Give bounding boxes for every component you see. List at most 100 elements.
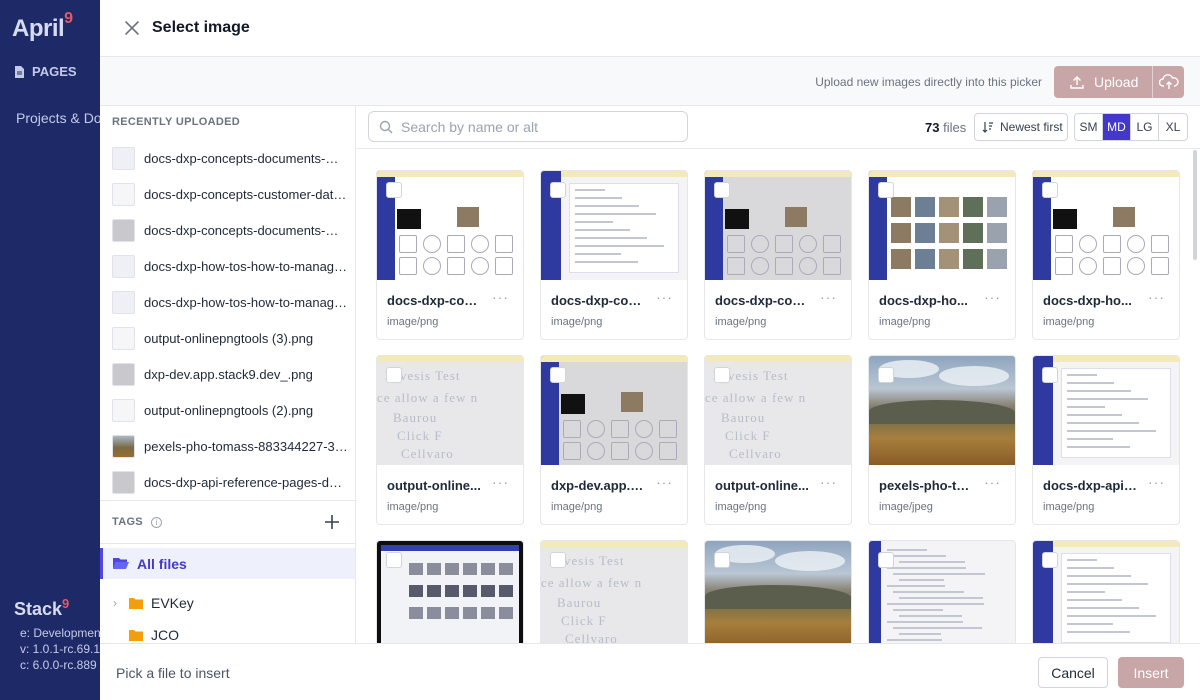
ghost-text: Click F xyxy=(397,428,443,443)
select-checkbox[interactable] xyxy=(878,552,894,568)
select-checkbox[interactable] xyxy=(878,182,894,198)
env-line: c: 6.0.0-rc.889 xyxy=(20,658,97,672)
image-card[interactable]: pexels-pho-to... ··· image/jpeg xyxy=(868,355,1016,525)
recent-item-name: output-onlinepngtools (2).png xyxy=(144,402,314,418)
size-option-lg[interactable]: LG xyxy=(1131,114,1159,140)
recent-item[interactable]: docs-dxp-concepts-customer-data-... xyxy=(112,176,348,212)
card-filetype: image/png xyxy=(1043,316,1095,328)
more-options-icon[interactable]: ··· xyxy=(656,474,673,490)
image-card[interactable]: docs-dxp-con... ··· image/png xyxy=(540,170,688,340)
insert-button[interactable]: Insert xyxy=(1118,657,1184,688)
select-checkbox[interactable] xyxy=(878,367,894,383)
size-option-md[interactable]: MD xyxy=(1103,114,1131,140)
image-card[interactable] xyxy=(868,540,1016,643)
upload-button-group: Upload xyxy=(1054,66,1184,98)
recent-item[interactable]: docs-dxp-how-tos-how-to-manage... xyxy=(112,284,348,320)
recent-item[interactable]: output-onlinepngtools (2).png xyxy=(112,392,348,428)
select-checkbox[interactable] xyxy=(1042,182,1058,198)
image-card[interactable]: dxp-dev.app.s... ··· image/png xyxy=(540,355,688,525)
image-card[interactable] xyxy=(704,540,852,643)
search-input[interactable] xyxy=(401,118,671,135)
select-checkbox[interactable] xyxy=(386,552,402,568)
upload-hint: Upload new images directly into this pic… xyxy=(815,75,1042,89)
recent-item-name: docs-dxp-how-tos-how-to-manage... xyxy=(144,258,348,274)
card-filetype: image/png xyxy=(551,501,603,513)
sort-button[interactable]: Newest first xyxy=(974,113,1068,141)
tags-heading: TAGS xyxy=(112,516,143,528)
image-card[interactable] xyxy=(1032,540,1180,643)
image-card[interactable]: docs-dxp-con... ··· image/png xyxy=(704,170,852,340)
footer-hint: Pick a file to insert xyxy=(116,665,230,681)
upload-icon xyxy=(1070,76,1084,89)
more-options-icon[interactable]: ··· xyxy=(984,289,1001,305)
more-options-icon[interactable]: ··· xyxy=(1148,289,1165,305)
add-tag-icon[interactable] xyxy=(323,513,341,531)
more-options-icon[interactable]: ··· xyxy=(820,289,837,305)
select-checkbox[interactable] xyxy=(714,182,730,198)
chevron-right-icon[interactable]: › xyxy=(113,596,129,610)
select-checkbox[interactable] xyxy=(386,182,402,198)
all-files-item[interactable]: All files xyxy=(100,548,355,579)
card-filename: pexels-pho-to... xyxy=(879,478,974,493)
select-checkbox[interactable] xyxy=(714,367,730,383)
folder-label: JCO xyxy=(151,627,179,643)
stack-logo-text: Stack xyxy=(14,599,63,619)
cloud-upload-button[interactable] xyxy=(1153,74,1184,90)
select-checkbox[interactable] xyxy=(550,182,566,198)
close-button[interactable] xyxy=(122,18,142,38)
image-card[interactable]: docs-dxp-ho... ··· image/png xyxy=(868,170,1016,340)
recent-item[interactable]: docs-dxp-how-tos-how-to-manage... xyxy=(112,248,348,284)
more-options-icon[interactable]: ··· xyxy=(492,289,509,305)
image-card[interactable]: docs-dxp-con... ··· image/png xyxy=(376,170,524,340)
more-options-icon[interactable]: ··· xyxy=(492,474,509,490)
select-checkbox[interactable] xyxy=(386,367,402,383)
recent-item-name: docs-dxp-concepts-documents-ma... xyxy=(144,150,348,166)
right-panel: 73 files Newest first SMMDLGXL docs-dxp-… xyxy=(357,106,1200,643)
env-line: v: 1.0.1-rc.69.1 xyxy=(20,642,100,656)
select-checkbox[interactable] xyxy=(550,367,566,383)
image-card[interactable]: Fevesis Test ce allow a few n Baurou Click … xyxy=(376,355,524,525)
select-checkbox[interactable] xyxy=(714,552,730,568)
select-checkbox[interactable] xyxy=(550,552,566,568)
image-card[interactable] xyxy=(376,540,524,643)
environment-info: e: Developmen v: 1.0.1-rc.69.1 c: 6.0.0-… xyxy=(20,625,100,673)
recent-item[interactable]: pexels-pho-tomass-883344227-335... xyxy=(112,428,348,464)
more-options-icon[interactable]: ··· xyxy=(656,289,673,305)
sort-icon xyxy=(982,122,993,133)
image-card[interactable]: docs-dxp-api-... ··· image/png xyxy=(1032,355,1180,525)
recent-item[interactable]: docs-dxp-api-reference-pages-doc... xyxy=(112,464,348,500)
image-card[interactable]: Fevesis Test ce allow a few n Baurou Click … xyxy=(704,355,852,525)
select-checkbox[interactable] xyxy=(1042,367,1058,383)
size-option-sm[interactable]: SM xyxy=(1075,114,1103,140)
card-filetype: image/png xyxy=(551,316,603,328)
ghost-text: Baurou xyxy=(393,410,438,425)
select-checkbox[interactable] xyxy=(1042,552,1058,568)
recent-item[interactable]: dxp-dev.app.stack9.dev_.png xyxy=(112,356,348,392)
cancel-button[interactable]: Cancel xyxy=(1038,657,1108,688)
ghost-text: Baurou xyxy=(557,595,602,610)
search-box[interactable] xyxy=(368,111,688,142)
upload-button[interactable]: Upload xyxy=(1054,66,1153,98)
recent-item[interactable]: docs-dxp-concepts-documents-ma... xyxy=(112,140,348,176)
more-options-icon[interactable]: ··· xyxy=(820,474,837,490)
size-option-xl[interactable]: XL xyxy=(1159,114,1187,140)
recent-item-thumbnail xyxy=(112,254,135,278)
more-options-icon[interactable]: ··· xyxy=(984,474,1001,490)
ghost-text: Cellvaro xyxy=(565,631,618,643)
scrollbar-thumb[interactable] xyxy=(1193,150,1197,260)
image-card[interactable]: docs-dxp-ho... ··· image/png xyxy=(1032,170,1180,340)
file-count-number: 73 xyxy=(925,120,940,135)
folder-item-evkey[interactable]: › EVKey xyxy=(100,588,355,618)
stack-logo: Stack9 xyxy=(14,596,69,620)
more-options-icon[interactable]: ··· xyxy=(1148,474,1165,490)
close-icon xyxy=(125,21,139,35)
recent-item[interactable]: docs-dxp-concepts-documents-ma... xyxy=(112,212,348,248)
ghost-text: ce allow a few n xyxy=(377,390,479,405)
recent-item[interactable]: output-onlinepngtools (3).png xyxy=(112,320,348,356)
card-filetype: image/png xyxy=(387,316,439,328)
background-app-sidebar: April9 PAGES Projects & Do Stack9 e: Dev… xyxy=(0,0,100,700)
recent-item-name: output-onlinepngtools (3).png xyxy=(144,330,314,346)
recent-item-name: docs-dxp-api-reference-pages-doc... xyxy=(144,474,348,490)
image-card[interactable]: Fevesis Test ce allow a few n Baurou Click … xyxy=(540,540,688,643)
info-icon[interactable]: i xyxy=(150,516,162,528)
